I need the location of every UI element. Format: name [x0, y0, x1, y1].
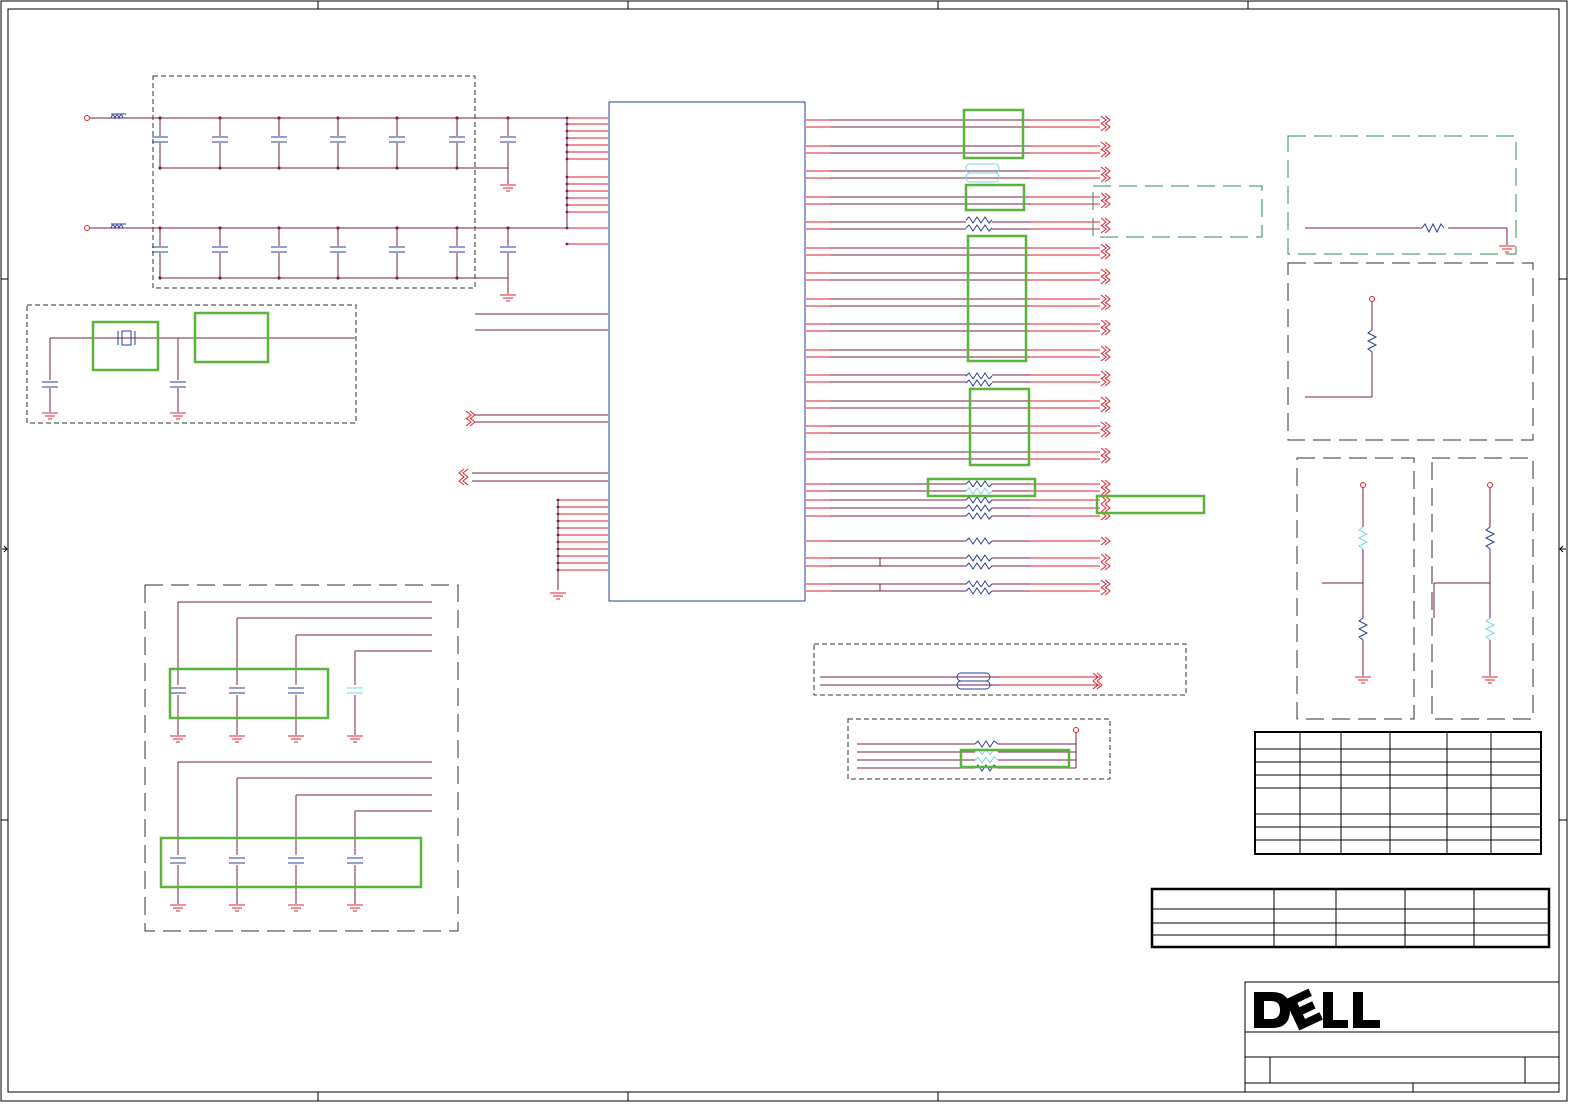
- capacitor-icon: [152, 246, 168, 253]
- capacitor-icon: [500, 246, 516, 253]
- capacitor-icon: [271, 246, 287, 253]
- ground-symbol-icon: [550, 592, 566, 600]
- ground-symbol-icon: [1482, 676, 1498, 684]
- differential-coupler-icon: [965, 163, 1000, 183]
- offpage-arrow-icon: [1100, 503, 1111, 513]
- capacitor-icon: [212, 136, 228, 143]
- offpage-arrow-icon: [1100, 553, 1111, 563]
- ground-symbol-icon: [1355, 676, 1371, 684]
- ic-left-pins: [556, 116, 608, 572]
- resistor-icon: [1484, 617, 1496, 641]
- termination-block: [1287, 135, 1517, 255]
- power-pin-icon: [84, 115, 90, 121]
- schematic-sheet: [0, 0, 1568, 1102]
- ground-symbol-icon: [42, 412, 186, 420]
- crystal-oscillator-group: [26, 304, 357, 424]
- dell-logo: [1254, 988, 1380, 1031]
- capacitor-icon: [389, 136, 405, 143]
- resistor-icon: [1421, 222, 1445, 234]
- capacitor-icon: [42, 381, 186, 388]
- resistor-icon: [1357, 617, 1369, 641]
- offpage-arrow-icon: [1092, 672, 1103, 690]
- pullup-block: [1287, 262, 1534, 441]
- power-pin-icon: [1360, 482, 1366, 488]
- bulk-cap-block: [144, 584, 459, 932]
- power-pin-icon: [1369, 296, 1375, 302]
- capacitor-icon: [271, 136, 287, 143]
- capacitor-icon: [389, 246, 405, 253]
- junction-dot: [565, 242, 569, 246]
- ic-right-pins: [806, 115, 1111, 596]
- divider-block-b: [1431, 457, 1534, 720]
- divider-block-a: [1296, 457, 1415, 720]
- offpage-arrow-icon: [458, 410, 476, 486]
- option-table: [1254, 731, 1542, 855]
- bom-table: [1150, 887, 1551, 949]
- offpage-arrow-icon: [1100, 536, 1111, 546]
- ground-symbol-icon: [1499, 245, 1515, 253]
- resistor-icon: [1484, 526, 1496, 550]
- capacitor-icon: [330, 136, 346, 143]
- resistor-array-block: [847, 718, 1111, 780]
- power-pin-icon: [1073, 727, 1079, 733]
- capacitor-icon: [449, 246, 465, 253]
- power-pin-icon: [1487, 482, 1493, 488]
- highlight-box: [91, 320, 160, 372]
- green-dashed-region: [1092, 185, 1263, 238]
- capacitor-icon: [330, 246, 346, 253]
- drawing-frame: [0, 0, 1568, 1102]
- capacitor-icon: [212, 246, 228, 253]
- resistor-icon: [1357, 526, 1369, 550]
- ferrite-bead-icon: [110, 113, 126, 230]
- capacitor-icon: [449, 136, 465, 143]
- decoupling-cap-group: [84, 75, 608, 302]
- coupler-block: [813, 643, 1187, 696]
- main-ic: [608, 101, 806, 602]
- capacitor-icon: [500, 136, 516, 143]
- highlight-box: [168, 667, 330, 720]
- power-pin-icon: [84, 225, 90, 231]
- capacitor-icon: [152, 136, 168, 143]
- offpage-arrow-icon: [1100, 561, 1111, 571]
- right-highlights: [926, 108, 1206, 515]
- resistor-icon: [1366, 329, 1378, 353]
